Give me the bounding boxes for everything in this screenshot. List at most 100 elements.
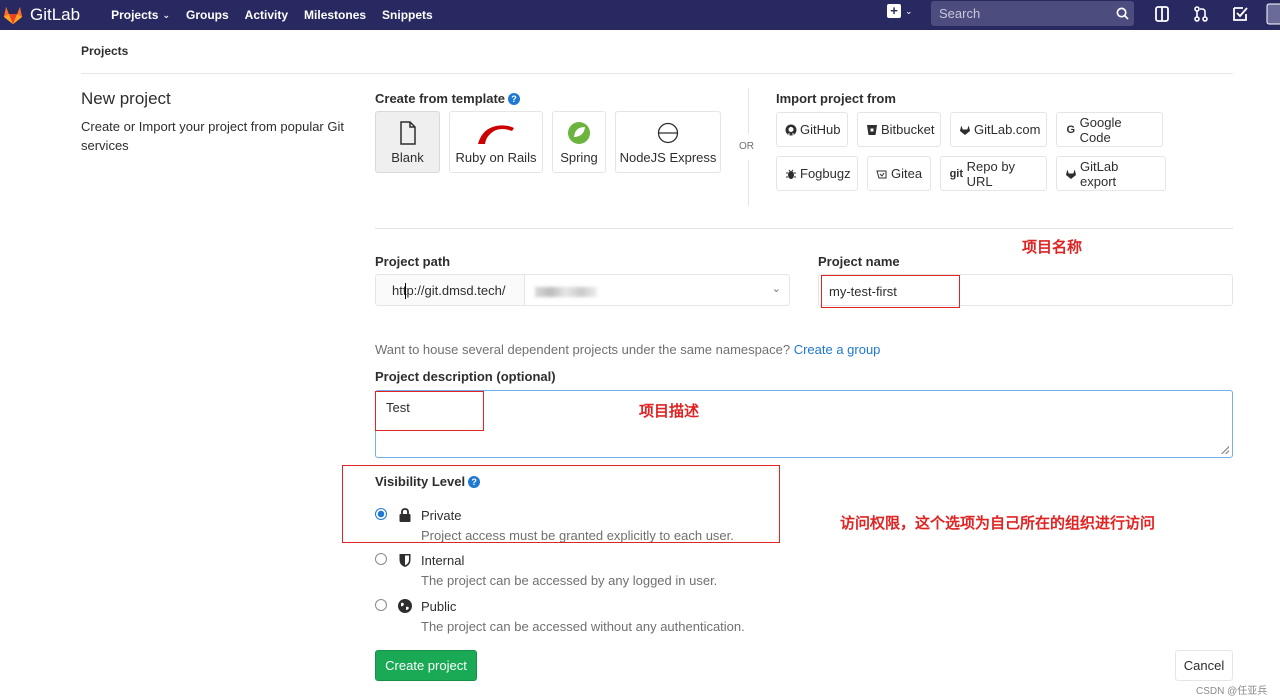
import-gitlab-export-label: GitLab export xyxy=(1080,158,1119,189)
import-gitlab-com-label: GitLab.com xyxy=(974,122,1041,137)
create-project-button[interactable]: Create project xyxy=(375,650,477,681)
express-icon xyxy=(657,120,679,146)
public-radio[interactable] xyxy=(375,599,387,611)
public-description: The project can be accessed without any … xyxy=(421,619,745,634)
internal-radio[interactable] xyxy=(375,553,387,565)
search-placeholder: Search xyxy=(939,6,981,21)
project-path-label: Project path xyxy=(375,254,451,269)
cancel-button[interactable]: Cancel xyxy=(1175,650,1233,681)
git-icon: git xyxy=(949,167,964,180)
gitlab-brand[interactable]: GitLab xyxy=(0,0,80,30)
create-group-link[interactable]: Create a group xyxy=(794,342,881,357)
template-rails-label: Ruby on Rails xyxy=(455,149,537,165)
nav-snippets[interactable]: Snippets xyxy=(382,8,433,22)
public-title: Public xyxy=(421,599,457,614)
template-label-text: Create from template xyxy=(375,91,506,106)
project-description-label: Project description (optional) xyxy=(375,369,556,384)
gitea-icon xyxy=(876,168,888,180)
namespace-value-blurred xyxy=(535,287,597,297)
gitlab-logo-icon xyxy=(3,6,23,25)
project-description-textarea[interactable]: Test xyxy=(375,390,1233,458)
breadcrumb-divider xyxy=(81,73,1233,74)
chevron-down-icon: ⌄ xyxy=(905,5,913,16)
project-name-label: Project name xyxy=(818,254,900,269)
import-gitlab-export-button[interactable]: GitLab export xyxy=(1056,156,1166,191)
watermark: CSDN @任亚兵 xyxy=(1196,686,1268,697)
template-nodejs[interactable]: NodeJS Express xyxy=(615,111,721,173)
template-spring[interactable]: Spring xyxy=(552,111,606,173)
page-title: New project xyxy=(81,89,171,108)
section-divider xyxy=(375,228,1233,229)
search-input[interactable]: Search xyxy=(931,1,1134,26)
chevron-down-icon: ⌄ xyxy=(771,283,781,295)
namespace-select[interactable]: ⌄ xyxy=(524,274,790,306)
import-bitbucket-label: Bitbucket xyxy=(881,122,935,137)
chevron-down-icon: ⌄ xyxy=(162,9,170,20)
visibility-public[interactable]: Public The project can be accessed withou… xyxy=(375,597,745,634)
resize-handle[interactable] xyxy=(1221,446,1229,454)
gitlab-icon xyxy=(1065,168,1077,180)
import-section-label: Import project from xyxy=(776,91,896,106)
shield-icon xyxy=(399,554,411,567)
plus-icon: + xyxy=(887,4,901,18)
help-icon[interactable]: ? xyxy=(508,93,521,105)
import-github-button[interactable]: GitHub xyxy=(776,112,848,147)
top-navbar: GitLab Projects ⌄ Groups Activity Milesto… xyxy=(0,0,1280,30)
new-dropdown[interactable]: + ⌄ xyxy=(887,4,913,18)
globe-icon xyxy=(398,599,412,613)
template-section-label: Create from template? xyxy=(375,91,521,106)
issues-icon[interactable] xyxy=(1153,5,1171,23)
project-path-prefix: http://git.dmsd.tech/ xyxy=(375,274,525,306)
merge-request-icon[interactable] xyxy=(1192,5,1210,23)
import-fogbugz-label: Fogbugz xyxy=(800,166,851,181)
todo-icon[interactable] xyxy=(1231,5,1249,23)
annotation-name-box xyxy=(821,275,960,308)
or-divider-bottom xyxy=(748,160,749,206)
internal-description: The project can be accessed by any logge… xyxy=(421,573,718,588)
bitbucket-icon xyxy=(866,124,878,136)
annotation-desc-box xyxy=(375,391,484,431)
file-icon xyxy=(399,120,417,146)
or-label: OR xyxy=(739,141,754,152)
rails-icon xyxy=(476,120,516,146)
page-description: Create or Import your project from popul… xyxy=(81,119,344,153)
google-icon: G xyxy=(1066,123,1076,136)
search-icon xyxy=(1110,2,1134,26)
import-gitea-button[interactable]: Gitea xyxy=(867,156,931,191)
annotation-desc-text: 项目描述 xyxy=(639,402,700,420)
template-rails[interactable]: Ruby on Rails xyxy=(449,111,543,173)
internal-title: Internal xyxy=(421,553,465,568)
breadcrumb[interactable]: Projects xyxy=(81,44,128,58)
import-bitbucket-button[interactable]: Bitbucket xyxy=(857,112,941,147)
import-google-code-label: Google Code xyxy=(1079,114,1122,145)
text-cursor xyxy=(405,283,406,299)
visibility-internal[interactable]: Internal The project can be accessed by a… xyxy=(375,551,717,588)
import-github-label: GitHub xyxy=(800,122,841,137)
github-icon xyxy=(785,124,797,136)
group-hint-text: Want to house several dependent projects… xyxy=(375,342,791,357)
import-gitea-label: Gitea xyxy=(891,166,923,181)
nav-activity[interactable]: Activity xyxy=(245,8,288,22)
template-nodejs-label: NodeJS Express xyxy=(619,149,717,165)
annotation-name-text: 项目名称 xyxy=(1022,238,1083,256)
bug-icon xyxy=(785,168,797,180)
nav-projects-label: Projects xyxy=(111,8,159,22)
template-blank[interactable]: Blank xyxy=(375,111,440,173)
annotation-visibility-text: 访问权限，这个选项为自己所在的组织进行访问 xyxy=(840,514,1156,532)
import-repo-url-button[interactable]: git Repo by URL xyxy=(940,156,1047,191)
import-gitlab-com-button[interactable]: GitLab.com xyxy=(950,112,1047,147)
nav-projects[interactable]: Projects ⌄ xyxy=(111,8,170,22)
avatar[interactable] xyxy=(1266,3,1280,25)
template-blank-label: Blank xyxy=(391,149,424,165)
template-spring-label: Spring xyxy=(560,149,598,165)
spring-icon xyxy=(567,120,591,146)
import-google-code-button[interactable]: G Google Code xyxy=(1056,112,1163,147)
brand-name: GitLab xyxy=(30,5,81,24)
import-fogbugz-button[interactable]: Fogbugz xyxy=(776,156,858,191)
annotation-visibility-box xyxy=(342,465,780,543)
group-hint: Want to house several dependent projects… xyxy=(375,342,880,357)
nav-groups[interactable]: Groups xyxy=(186,8,229,22)
import-repo-url-label: Repo by URL xyxy=(966,158,1016,189)
nav-milestones[interactable]: Milestones xyxy=(304,8,366,22)
or-divider-top xyxy=(748,88,749,134)
